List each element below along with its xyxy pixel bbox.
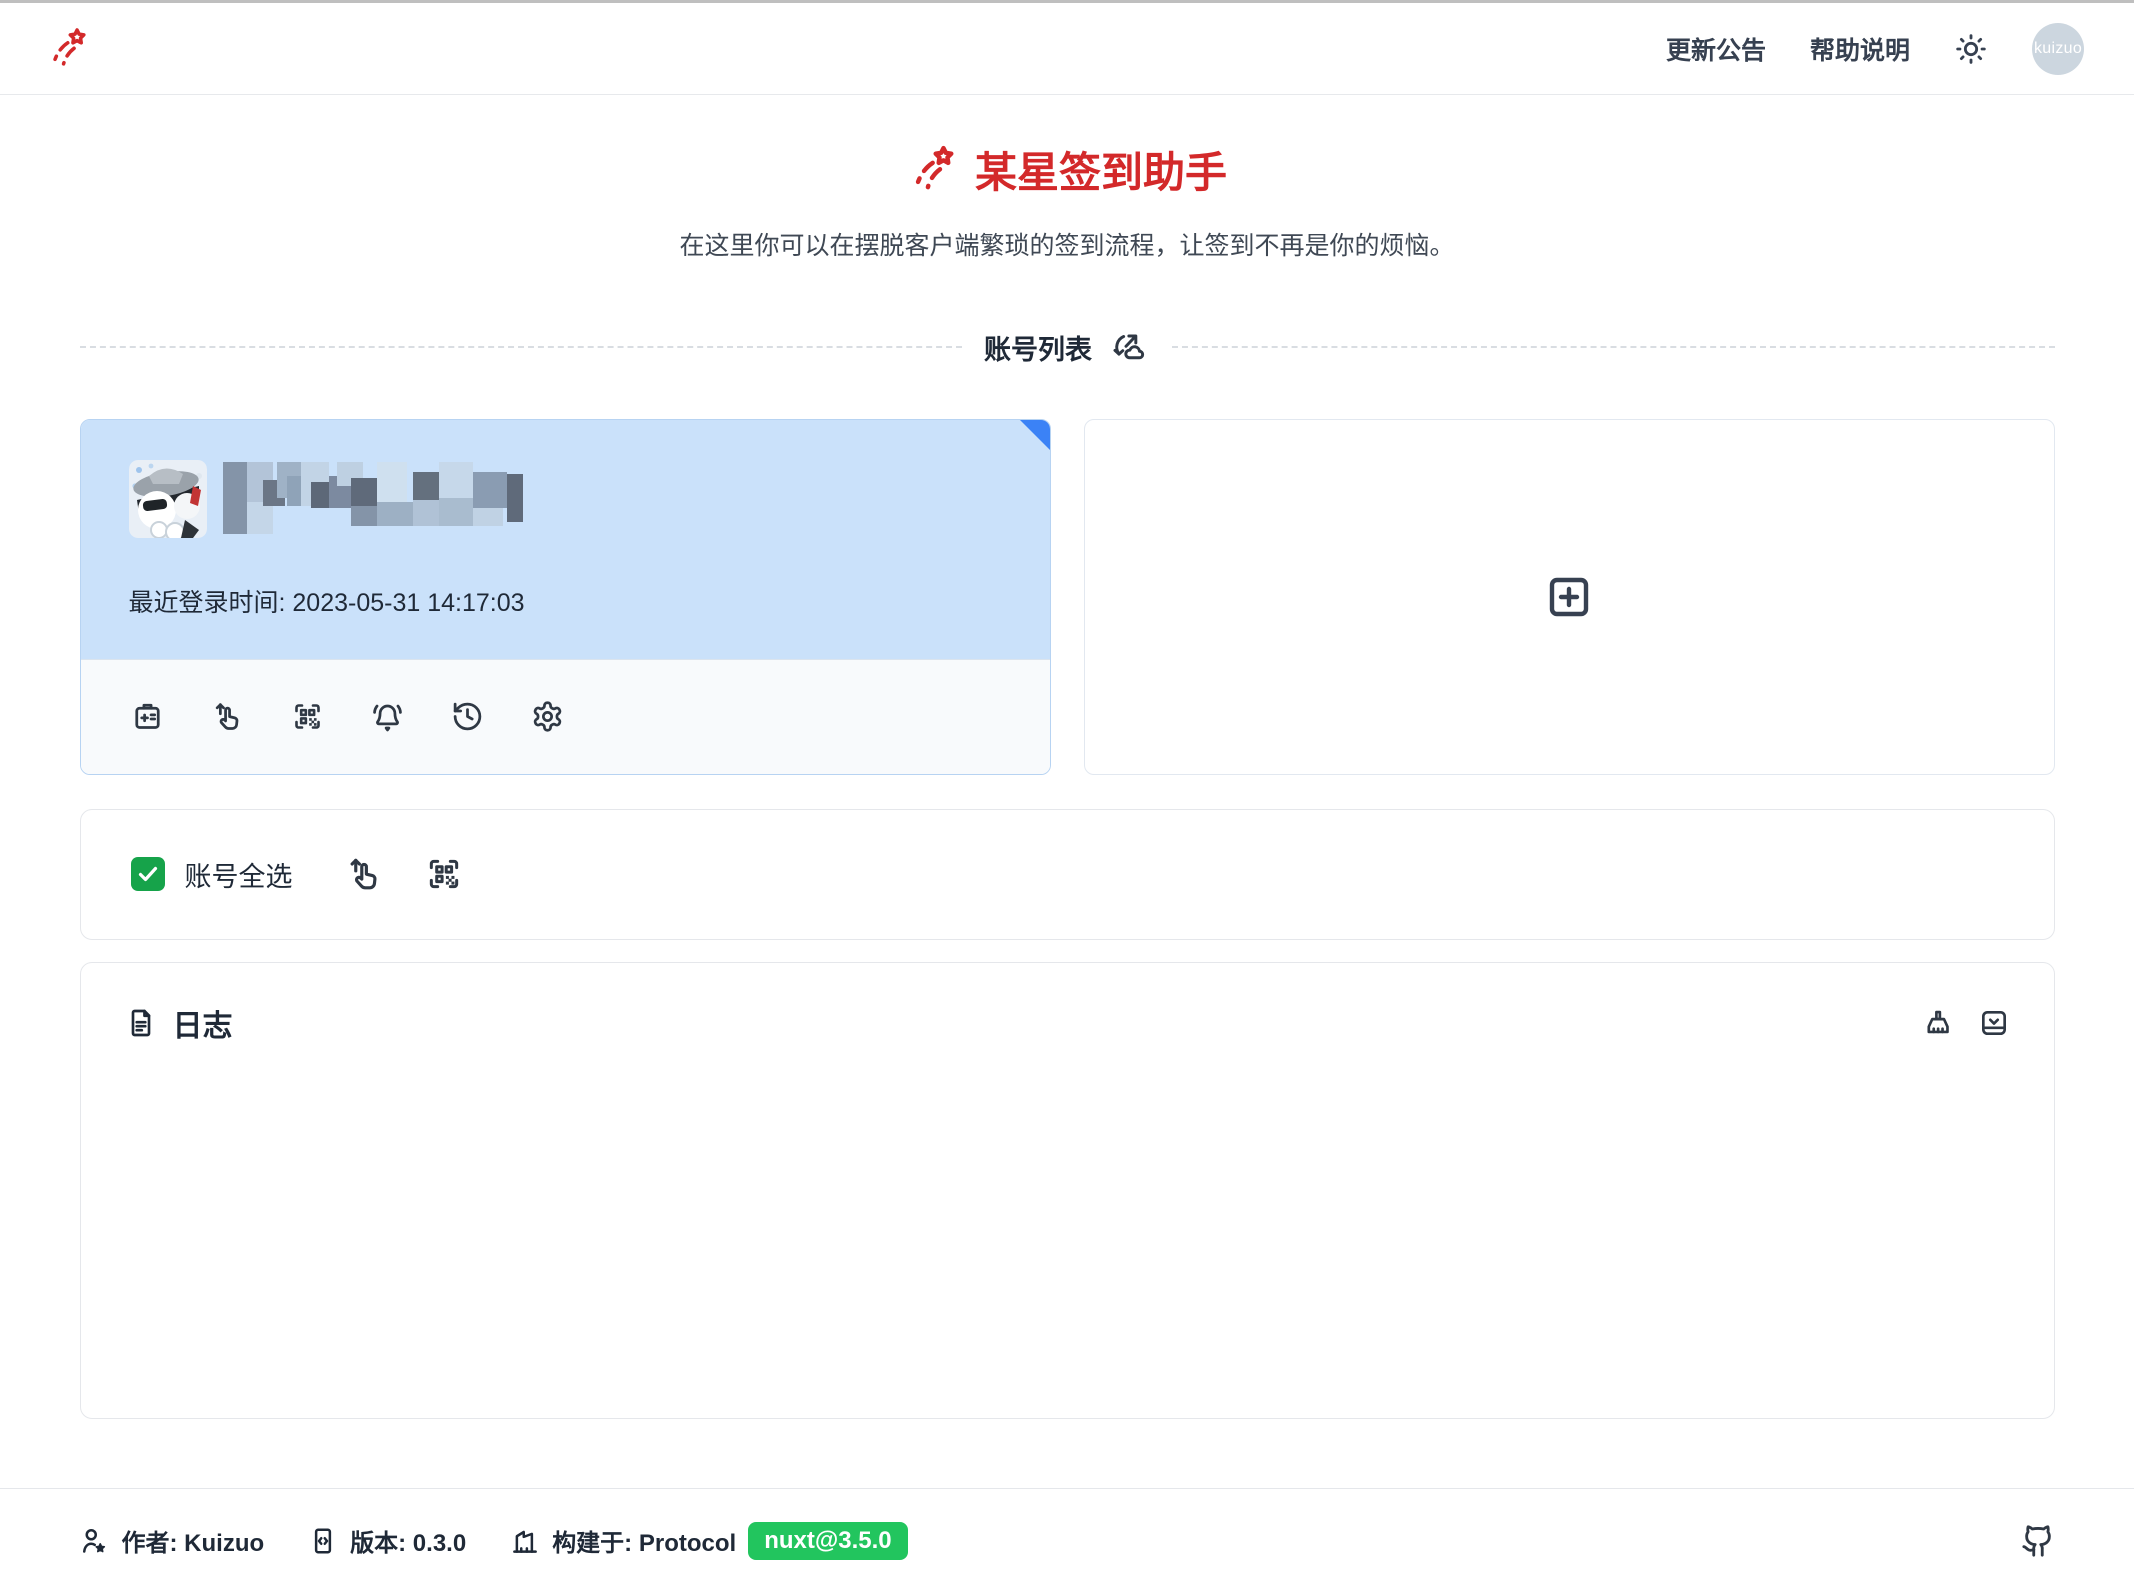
log-output-area [125, 1045, 2010, 1380]
select-all-checkbox[interactable] [131, 857, 165, 891]
account-list-title: 账号列表 [984, 328, 1092, 367]
tap-icon[interactable] [211, 700, 244, 733]
account-avatar [129, 460, 207, 538]
version-icon [308, 1526, 338, 1556]
hero-section: 某星签到助手 在这里你可以在摆脱客户端繁琐的签到流程，让签到不再是你的烦恼。 [80, 139, 2055, 262]
divider-dash-right [1172, 346, 2055, 348]
qr-scan-icon[interactable] [425, 855, 463, 893]
select-all-row: 账号全选 [80, 809, 2055, 940]
github-icon[interactable] [2021, 1524, 2055, 1558]
cloud-sync-icon[interactable] [1110, 330, 1150, 364]
plus-square-icon [1545, 573, 1593, 621]
author-icon [80, 1526, 110, 1556]
navbar: 更新公告 帮助说明 kuizuo [0, 3, 2134, 95]
qr-scan-icon[interactable] [291, 700, 324, 733]
broom-icon[interactable] [1922, 1007, 1954, 1039]
nav-link-help[interactable]: 帮助说明 [1810, 31, 1910, 67]
user-avatar[interactable]: kuizuo [2032, 23, 2084, 75]
footer-author: 作者: Kuizuo [80, 1523, 265, 1558]
divider-dash-left [80, 346, 963, 348]
build-icon [510, 1526, 540, 1556]
tap-icon[interactable] [345, 855, 383, 893]
nav-link-announcements[interactable]: 更新公告 [1666, 31, 1766, 67]
account-name-masked [223, 462, 535, 539]
select-all-label: 账号全选 [185, 855, 293, 894]
sun-icon[interactable] [1954, 32, 1988, 66]
account-card-body: 最近登录时间: 2023-05-31 14:17:03 [81, 420, 1050, 659]
page-title-text: 某星签到助手 [975, 139, 1227, 200]
footer-version: 版本: 0.3.0 [308, 1523, 466, 1558]
footer-build-text: 构建于: Protocol [552, 1523, 736, 1558]
main-content: 某星签到助手 在这里你可以在摆脱客户端繁琐的签到流程，让签到不再是你的烦恼。 账… [80, 139, 2055, 1419]
page-title: 某星签到助手 [907, 139, 1227, 200]
nuxt-version-badge: nuxt@3.5.0 [748, 1522, 907, 1560]
archive-icon[interactable] [1978, 1007, 2010, 1039]
document-icon [125, 1007, 157, 1039]
account-actions-bar [81, 659, 1050, 774]
account-cards-grid: 最近登录时间: 2023-05-31 14:17:03 [80, 419, 2055, 775]
account-card-selected[interactable]: 最近登录时间: 2023-05-31 14:17:03 [80, 419, 1051, 775]
account-list-divider: 账号列表 [80, 328, 2055, 367]
footer: 作者: Kuizuo 版本: 0.3.0 [0, 1488, 2134, 1593]
last-login-time: 最近登录时间: 2023-05-31 14:17:03 [129, 583, 1002, 619]
page-subtitle: 在这里你可以在摆脱客户端繁琐的签到流程，让签到不再是你的烦恼。 [80, 226, 2055, 262]
bell-ring-icon[interactable] [371, 700, 404, 733]
settings-gear-icon[interactable] [531, 700, 564, 733]
log-card: 日志 [80, 962, 2055, 1419]
footer-build: 构建于: Protocol nuxt@3.5.0 [510, 1522, 907, 1560]
add-card-icon[interactable] [131, 700, 164, 733]
footer-version-text: 版本: 0.3.0 [350, 1523, 466, 1558]
log-title: 日志 [173, 1001, 233, 1045]
history-icon[interactable] [451, 700, 484, 733]
shooting-star-logo-icon[interactable] [46, 25, 90, 73]
shooting-star-icon [907, 143, 959, 197]
footer-author-text: 作者: Kuizuo [122, 1523, 265, 1558]
add-account-card[interactable] [1084, 419, 2055, 775]
selected-corner-badge [1020, 420, 1050, 450]
